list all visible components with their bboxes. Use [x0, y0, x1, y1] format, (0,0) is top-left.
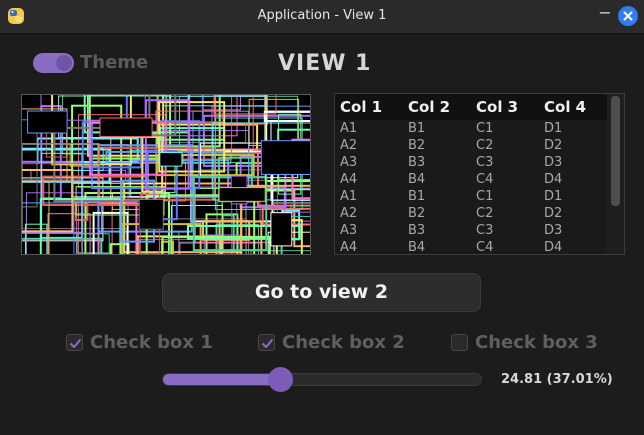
table-cell: A3: [340, 155, 358, 170]
table-cell: B4: [408, 172, 426, 187]
table-row[interactable]: A4 B4 C4 D4: [335, 172, 607, 189]
slider-fill: [163, 374, 282, 385]
column-header[interactable]: Col 3: [476, 98, 518, 116]
value-slider[interactable]: [162, 367, 482, 392]
table-row[interactable]: A1 B1 C1 D1: [335, 189, 607, 206]
table-cell: B1: [408, 121, 426, 136]
table-row[interactable]: A2 B2 C2 D2: [335, 206, 607, 223]
table-cell: C3: [476, 223, 494, 238]
table-cell: B2: [408, 206, 426, 221]
table-cell: A3: [340, 223, 358, 238]
table-row[interactable]: A3 B3 C3 D3: [335, 223, 607, 240]
table-cell: D1: [544, 189, 563, 204]
check-box-3[interactable]: Check box 3: [451, 332, 621, 354]
table-cell: B4: [408, 240, 426, 255]
close-icon: [623, 11, 633, 21]
table-cell: B2: [408, 138, 426, 153]
table-scrollbar[interactable]: [607, 94, 624, 254]
table-cell: C1: [476, 189, 494, 204]
drawn-rectangle: [270, 212, 293, 247]
slider-handle[interactable]: [267, 367, 293, 392]
table-cell: C2: [476, 138, 494, 153]
table-row[interactable]: A2 B2 C2 D2: [335, 138, 607, 155]
column-header[interactable]: Col 2: [408, 98, 450, 116]
drawn-rectangle: [99, 117, 153, 138]
table-cell: D2: [544, 138, 563, 153]
table-cell: A2: [340, 138, 358, 153]
checkbox-label: Check box 2: [282, 332, 405, 353]
checkbox-label: Check box 1: [90, 332, 213, 353]
checkmark-icon: [261, 338, 274, 349]
table-row[interactable]: A4 B4 C4 D4: [335, 240, 607, 255]
table-cell: D4: [544, 240, 563, 255]
window-title: Application - View 1: [257, 8, 387, 23]
column-header[interactable]: Col 1: [340, 98, 382, 116]
view-title: VIEW 1: [278, 51, 372, 76]
checkbox-box[interactable]: [258, 334, 275, 351]
go-to-view-2-button[interactable]: Go to view 2: [162, 273, 481, 312]
data-table[interactable]: Col 1 Col 2 Col 3 Col 4 A1 B1 C1 D1 A2 B…: [334, 93, 625, 255]
check-box-1[interactable]: Check box 1: [66, 332, 236, 354]
table-cell: B3: [408, 223, 426, 238]
table-cell: D2: [544, 206, 563, 221]
table-cell: D4: [544, 172, 563, 187]
scrollbar-thumb[interactable]: [611, 96, 620, 206]
column-header[interactable]: Col 4: [544, 98, 586, 116]
drawn-rectangle: [260, 140, 315, 175]
table-row[interactable]: A3 B3 C3 D3: [335, 155, 607, 172]
slider-value-label: 24.81 (37.01%): [501, 372, 613, 387]
table-cell: A2: [340, 206, 358, 221]
table-header: Col 1 Col 2 Col 3 Col 4: [335, 94, 607, 120]
table-cell: C3: [476, 155, 494, 170]
title-bar[interactable]: Application - View 1 −: [0, 0, 644, 34]
drawn-rectangle: [159, 152, 183, 167]
table-cell: A4: [340, 172, 358, 187]
slider-track[interactable]: [162, 373, 482, 386]
table-cell: C4: [476, 172, 494, 187]
table-cell: D3: [544, 223, 563, 238]
table-cell: A4: [340, 240, 358, 255]
rectangles-drawing: [0, 69, 378, 319]
table-cell: A1: [340, 189, 358, 204]
checkbox-box[interactable]: [66, 334, 83, 351]
app-window: Application - View 1 − Theme VIEW 1 Col …: [0, 0, 644, 435]
table-cell: C1: [476, 121, 494, 136]
random-rectangles-canvas: [0, 69, 378, 319]
drawn-rectangle: [138, 199, 164, 230]
table-row[interactable]: A1 B1 C1 D1: [335, 121, 607, 138]
checkmark-icon: [69, 338, 82, 349]
close-button[interactable]: [618, 6, 638, 26]
table-cell: D1: [544, 121, 563, 136]
checkbox-box[interactable]: [451, 334, 468, 351]
check-box-2[interactable]: Check box 2: [258, 332, 428, 354]
theme-label: Theme: [80, 52, 149, 73]
theme-toggle[interactable]: [33, 53, 74, 73]
minimize-button[interactable]: −: [596, 5, 614, 24]
table-cell: B1: [408, 189, 426, 204]
table-cell: C2: [476, 206, 494, 221]
checkbox-label: Check box 3: [475, 332, 598, 353]
drawn-rectangle: [27, 110, 68, 134]
table-cell: B3: [408, 155, 426, 170]
drawn-rectangle: [39, 198, 122, 284]
theme-toggle-knob: [56, 55, 72, 71]
table-cell: D3: [544, 155, 563, 170]
table-cell: C4: [476, 240, 494, 255]
drawn-rectangle: [218, 187, 266, 202]
table-cell: A1: [340, 121, 358, 136]
